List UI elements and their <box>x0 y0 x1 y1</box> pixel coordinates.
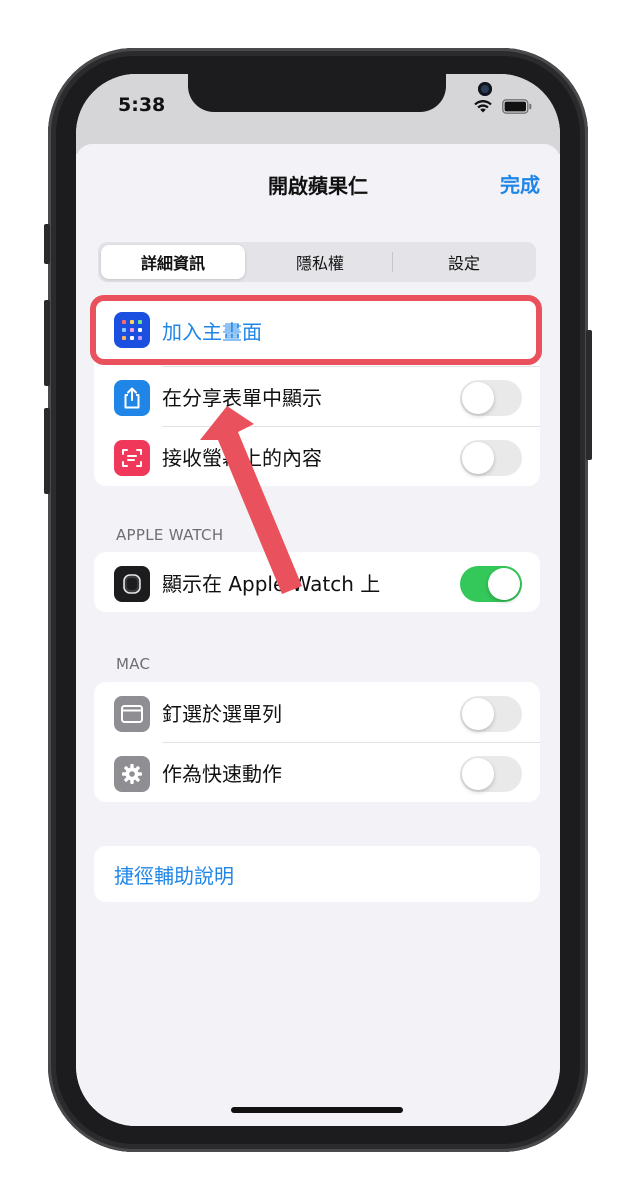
shortcut-details-sheet: 開啟蘋果仁 完成 <box>76 144 560 1126</box>
notch <box>188 74 492 112</box>
home-indicator <box>231 1107 403 1113</box>
battery-icon <box>502 98 532 114</box>
wifi-icon <box>474 100 492 113</box>
toggle-knob <box>462 382 494 414</box>
apple-watch-icon <box>114 566 150 602</box>
add-to-home-screen-label[interactable]: 加入主畫面 <box>162 316 262 345</box>
use-as-quick-action-toggle[interactable] <box>460 756 522 792</box>
toggle-knob <box>488 568 520 600</box>
tab-privacy[interactable]: 隱私權 <box>248 242 392 282</box>
receive-screen-content-label: 接收螢幕上的內容 <box>162 445 322 470</box>
show-in-share-sheet-label: 在分享表單中顯示 <box>162 385 322 410</box>
tab-settings[interactable]: 設定 <box>392 242 536 282</box>
show-on-apple-watch-row: 顯示在 Apple Watch 上 <box>94 552 540 612</box>
pin-in-menu-bar-label: 釘選於選單列 <box>162 701 282 726</box>
screen-scan-icon <box>114 440 150 476</box>
toggle-knob <box>462 758 494 790</box>
volume-up-button <box>44 300 50 386</box>
gear-icon <box>114 756 150 792</box>
volume-down-button <box>44 408 50 494</box>
page-title: 開啟蘋果仁 <box>268 174 368 198</box>
toggle-knob <box>462 442 494 474</box>
pin-in-menu-bar-row: 釘選於選單列 <box>94 682 540 742</box>
segmented-control: 詳細資訊 隱私權 設定 <box>98 242 536 282</box>
mac-section-header: MAC <box>116 655 151 673</box>
power-button <box>586 330 592 460</box>
highlight-box: 加入主畫面 <box>90 295 542 365</box>
shortcuts-help-row[interactable]: 捷徑輔助說明 <box>94 846 540 902</box>
home-screen-grid-icon <box>114 312 150 348</box>
use-as-quick-action-row: 作為快速動作 <box>94 742 540 802</box>
pin-in-menu-bar-toggle[interactable] <box>460 696 522 732</box>
status-icons <box>472 98 532 114</box>
mute-switch <box>44 224 50 264</box>
show-in-share-sheet-row: 在分享表單中顯示 <box>94 366 540 426</box>
share-icon <box>114 380 150 416</box>
receive-screen-content-row: 接收螢幕上的內容 <box>94 426 540 486</box>
phone-screen: 5:38 開啟蘋果仁 完成 詳細資訊 隱私權 設定 在分享表單中顯示 接收螢幕上… <box>76 74 560 1126</box>
apple-watch-section-header: APPLE WATCH <box>116 526 224 544</box>
receive-screen-content-toggle[interactable] <box>460 440 522 476</box>
show-on-apple-watch-toggle[interactable] <box>460 566 522 602</box>
status-time: 5:38 <box>118 94 166 116</box>
show-on-apple-watch-label: 顯示在 Apple Watch 上 <box>162 571 381 596</box>
mac-group: 釘選於選單列 作為快速動作 <box>94 682 540 802</box>
use-as-quick-action-label: 作為快速動作 <box>162 761 282 786</box>
toggle-knob <box>462 698 494 730</box>
tab-details[interactable]: 詳細資訊 <box>101 245 245 279</box>
done-button[interactable]: 完成 <box>500 169 540 198</box>
front-camera-icon <box>478 82 492 96</box>
help-group: 捷徑輔助說明 <box>94 846 540 902</box>
apple-watch-group: 顯示在 Apple Watch 上 <box>94 552 540 612</box>
show-in-share-sheet-toggle[interactable] <box>460 380 522 416</box>
shortcuts-help-link[interactable]: 捷徑輔助說明 <box>114 860 234 889</box>
menu-bar-icon <box>114 696 150 732</box>
